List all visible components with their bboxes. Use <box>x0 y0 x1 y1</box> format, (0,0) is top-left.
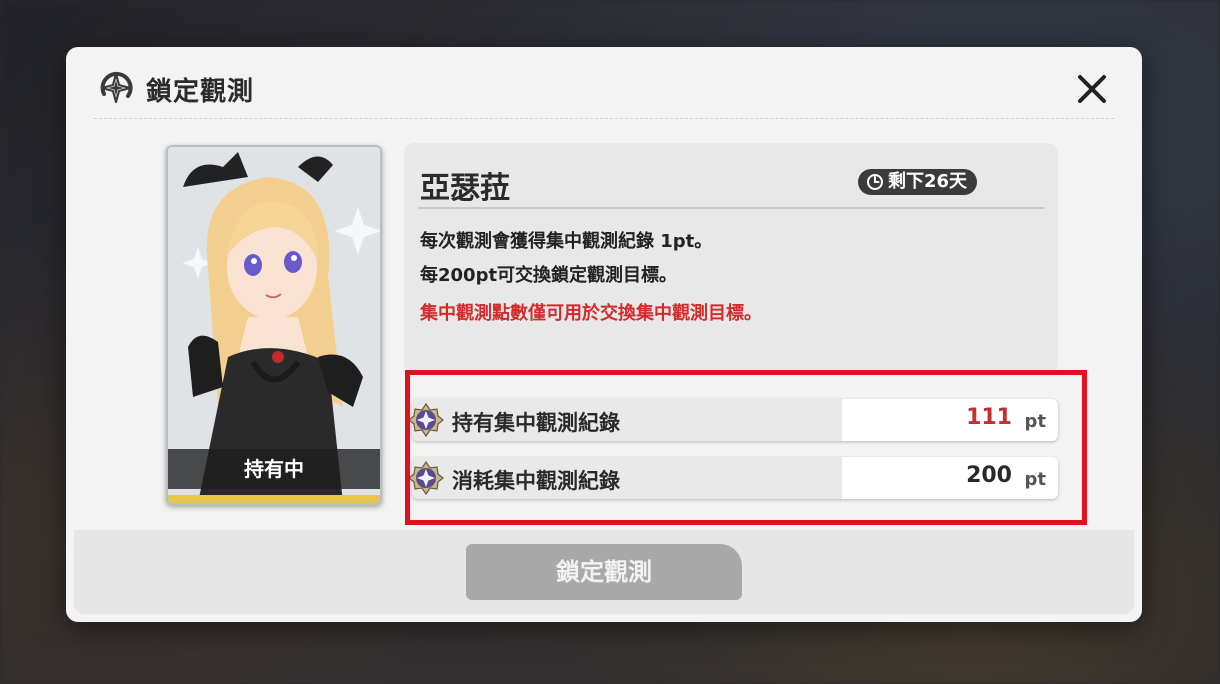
days-remaining-badge: 剩下26天 <box>858 169 978 195</box>
lock-observation-button[interactable]: 鎖定觀測 <box>466 544 742 600</box>
header-divider <box>94 118 1114 119</box>
days-remaining-text: 剩下26天 <box>888 171 968 192</box>
lock-observation-dialog: 鎖定觀測 持有中 亞瑟菈 剩下26天 每次觀測會獲得集中觀測紀錄 1pt。 每2… <box>66 47 1142 622</box>
description-line-1: 每次觀測會獲得集中觀測紀錄 1pt。 <box>420 231 713 252</box>
close-icon[interactable] <box>1072 69 1112 109</box>
dialog-header: 鎖定觀測 <box>66 47 1142 119</box>
rarity-bar <box>168 495 380 503</box>
character-name: 亞瑟菈 <box>420 171 510 206</box>
info-panel: 亞瑟菈 剩下26天 每次觀測會獲得集中觀測紀錄 1pt。 每200pt可交換鎖定… <box>404 143 1058 373</box>
owned-status-label: 持有中 <box>168 449 380 489</box>
description-line-2: 每200pt可交換鎖定觀測目標。 <box>420 265 678 286</box>
dialog-title: 鎖定觀測 <box>146 77 255 107</box>
warning-text: 集中觀測點數僅可用於交換集中觀測目標。 <box>420 303 762 324</box>
highlight-annotation-box <box>405 370 1087 525</box>
info-divider <box>418 207 1044 209</box>
clock-icon <box>867 174 883 190</box>
character-card: 持有中 <box>166 145 382 505</box>
compass-star-icon <box>100 71 133 104</box>
